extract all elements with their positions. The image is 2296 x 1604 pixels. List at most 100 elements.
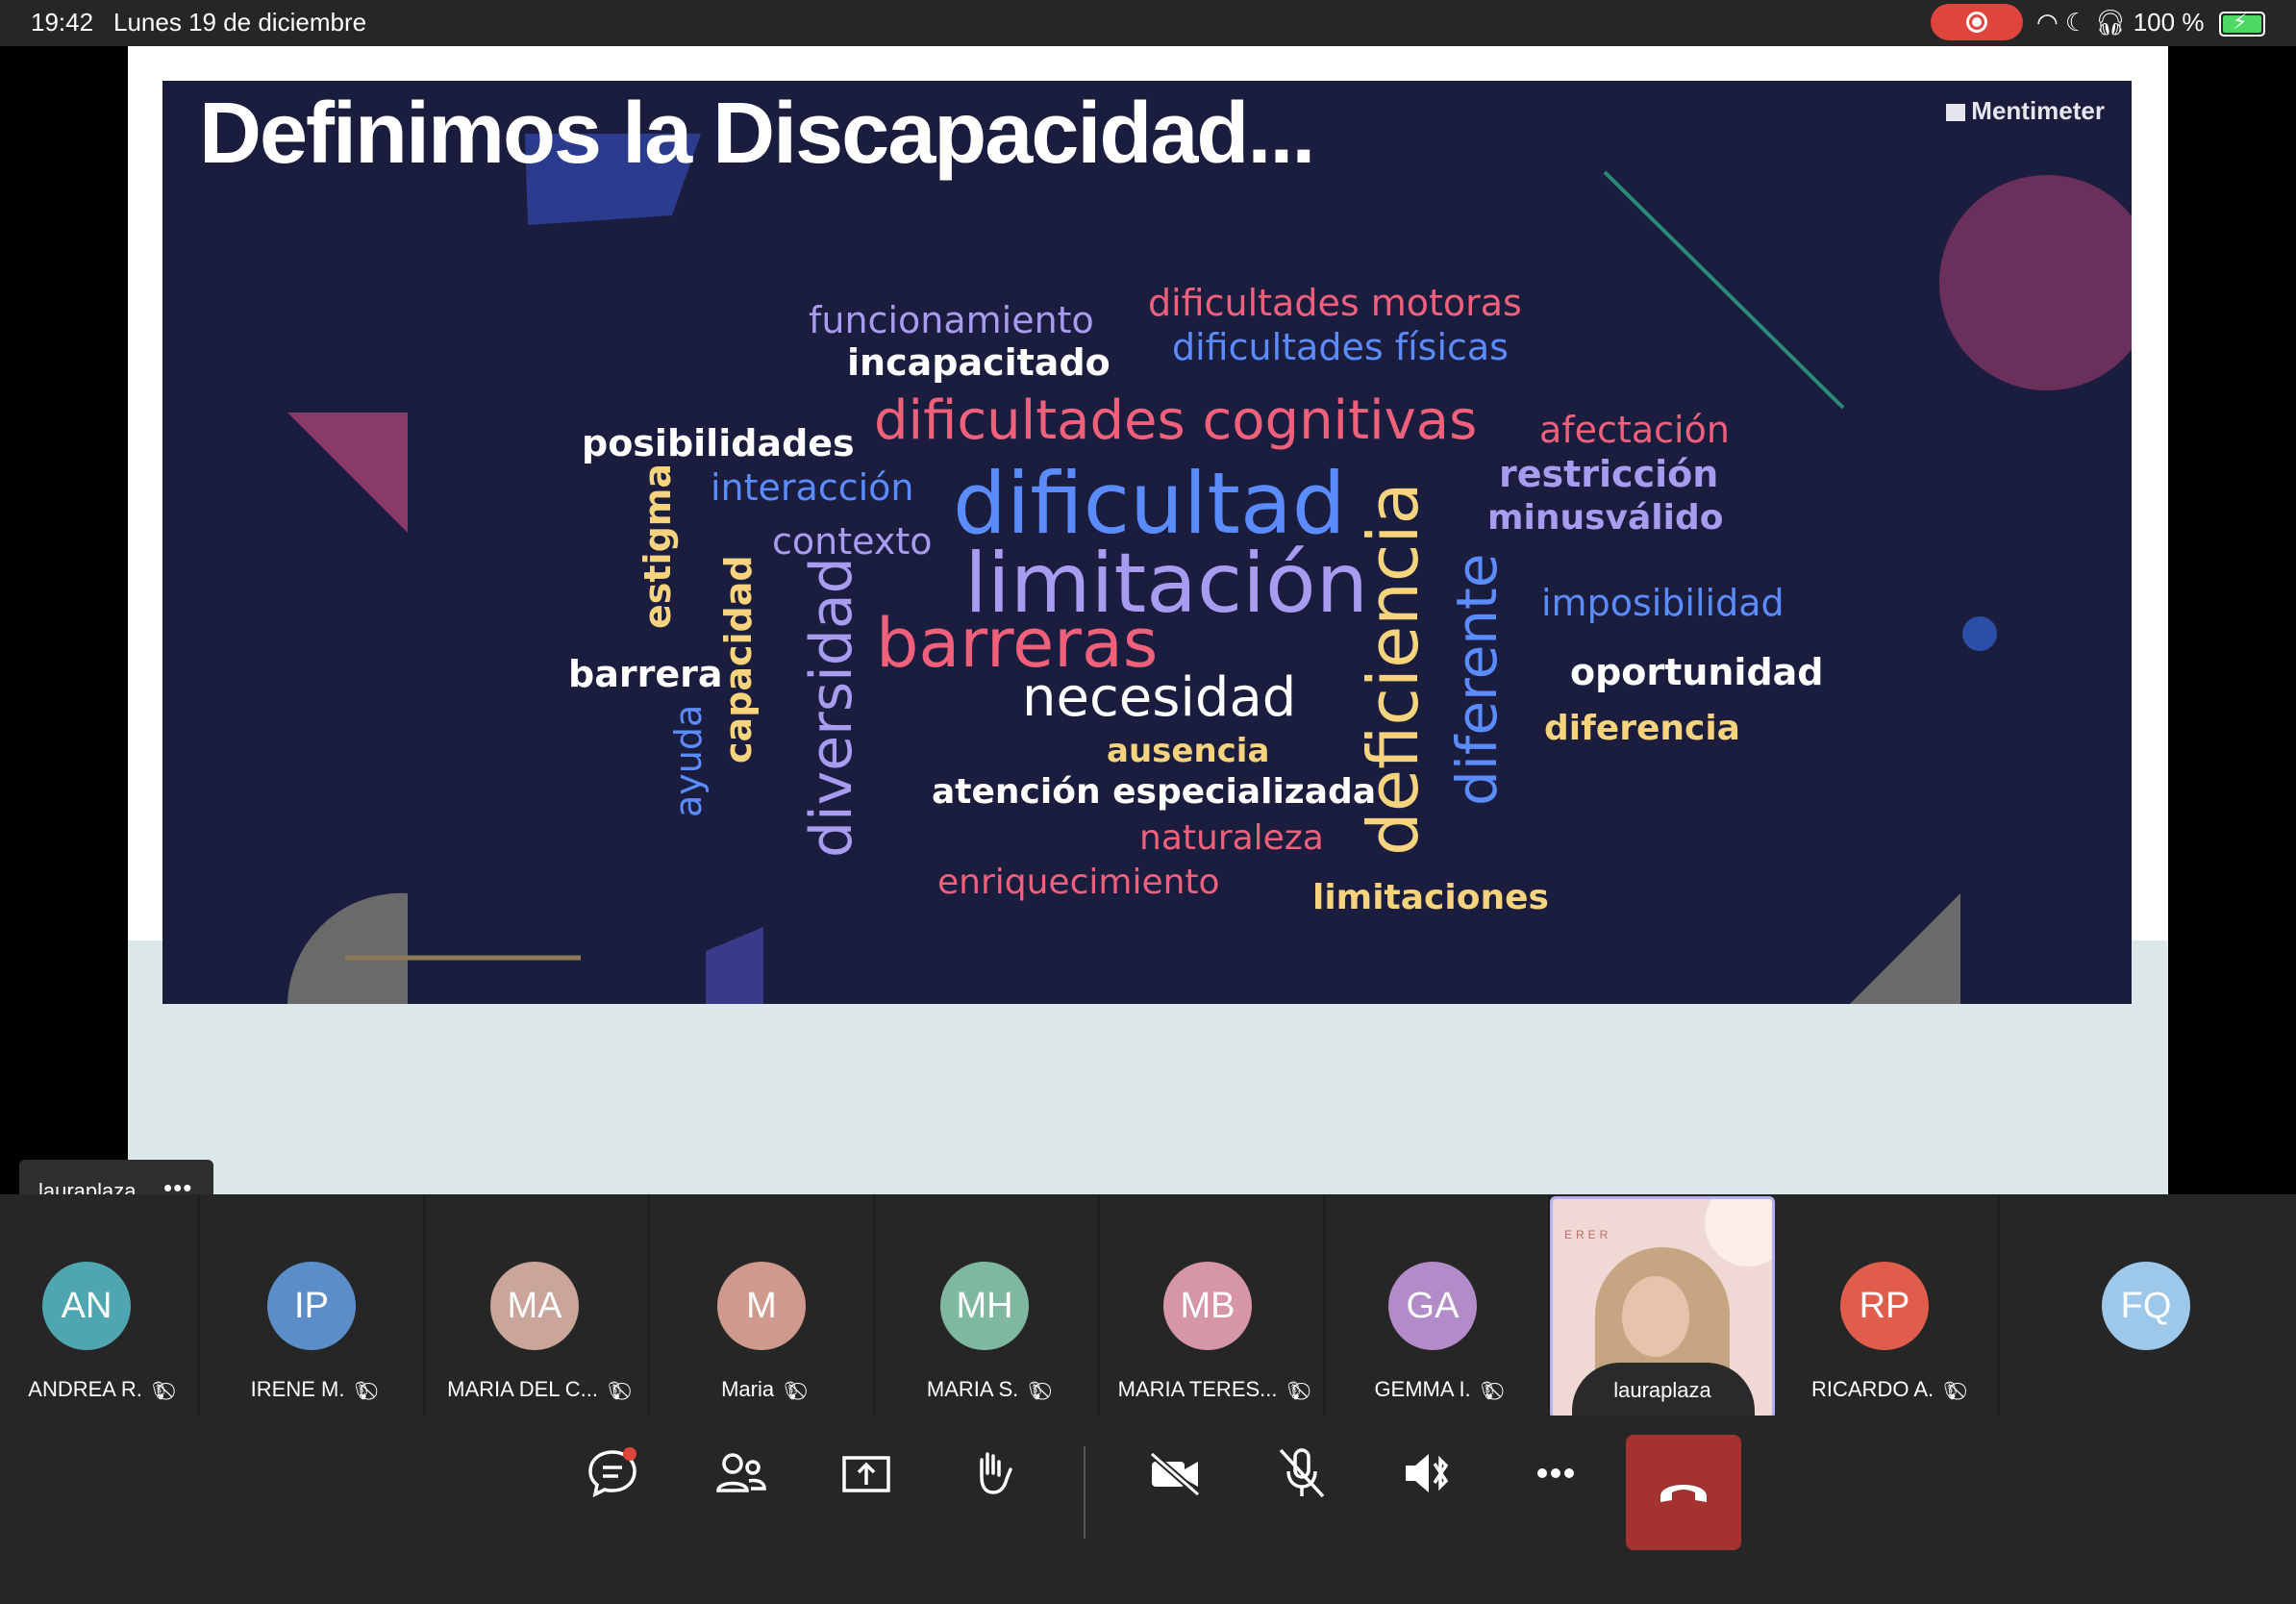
word-cloud-item: estigma bbox=[636, 463, 679, 629]
video-background-logo: ERER bbox=[1564, 1228, 1612, 1241]
word-cloud-item: ayuda bbox=[667, 704, 710, 817]
audio-output-button[interactable] bbox=[1390, 1435, 1467, 1512]
avatar: IP bbox=[267, 1262, 356, 1350]
word-cloud-item: minusválido bbox=[1487, 498, 1724, 538]
participant-tile[interactable]: M Maria 🎙︎⃠ bbox=[650, 1194, 875, 1416]
word-cloud-item: incapacitado bbox=[847, 341, 1111, 384]
avatar: MH bbox=[940, 1262, 1029, 1350]
share-screen-icon bbox=[842, 1456, 890, 1492]
word-cloud-item: interacción bbox=[711, 466, 914, 509]
mic-off-icon: 🎙︎⃠ bbox=[1024, 1381, 1047, 1400]
status-date: Lunes 19 de diciembre bbox=[113, 8, 367, 37]
status-icons: ◠ ☾ 🎧︎ 100 % bbox=[2036, 8, 2204, 38]
mic-off-icon: 🎙︎⃠ bbox=[1939, 1381, 1961, 1400]
participant-tile[interactable]: GA GEMMA I. 🎙︎⃠ bbox=[1325, 1194, 1550, 1416]
avatar: AN bbox=[42, 1262, 131, 1350]
word-cloud-item: diferente bbox=[1444, 553, 1510, 806]
word-cloud-item: restricción bbox=[1499, 453, 1719, 495]
participant-name: Maria 🎙︎⃠ bbox=[721, 1377, 802, 1401]
mic-off-icon: 🎙︎⃠ bbox=[604, 1381, 626, 1400]
mic-off-icon: 🎙︎⃠ bbox=[350, 1381, 373, 1400]
mic-off-icon: 🎙︎⃠ bbox=[1283, 1381, 1306, 1400]
wifi-icon: ◠ bbox=[2036, 8, 2059, 37]
chat-icon bbox=[588, 1447, 636, 1498]
participant-name: GEMMA I. 🎙︎⃠ bbox=[1374, 1377, 1499, 1401]
participant-tile[interactable]: AN ANDREA R. 🎙︎⃠ bbox=[0, 1194, 200, 1416]
headphones-icon: 🎧︎ bbox=[2094, 8, 2127, 37]
active-speaker-video[interactable]: ERER lauraplaza bbox=[1550, 1196, 1775, 1419]
word-cloud-item: limitaciones bbox=[1312, 878, 1549, 917]
word-cloud-item: diversidad bbox=[798, 557, 865, 858]
call-toolbar bbox=[0, 1416, 2296, 1604]
battery-icon: ⚡︎ bbox=[2219, 10, 2265, 37]
word-cloud-item: oportunidad bbox=[1570, 651, 1824, 693]
toolbar-divider bbox=[1084, 1446, 1086, 1539]
microphone-toggle-button[interactable] bbox=[1263, 1435, 1340, 1512]
avatar: MA bbox=[490, 1262, 579, 1350]
word-cloud-item: atención especializada bbox=[932, 772, 1377, 812]
participant-name: RICARDO A. 🎙︎⃠ bbox=[1811, 1377, 1961, 1401]
word-cloud-item: imposibilidad bbox=[1541, 582, 1784, 624]
participant-name: IRENE M. 🎙︎⃠ bbox=[250, 1377, 373, 1401]
avatar: GA bbox=[1388, 1262, 1477, 1350]
participant-tile[interactable]: IP IRENE M. 🎙︎⃠ bbox=[200, 1194, 425, 1416]
word-cloud-item: dificultad bbox=[953, 454, 1346, 553]
word-cloud-item: enriquecimiento bbox=[937, 863, 1220, 902]
presentation-slide: Definimos la Discapacidad... Mentimeter … bbox=[162, 81, 2132, 1004]
word-cloud-item: dificultades motoras bbox=[1148, 282, 1522, 324]
participant-name: MARIA S. 🎙︎⃠ bbox=[926, 1377, 1047, 1401]
participant-tile[interactable]: RP RICARDO A. 🎙︎⃠ bbox=[1775, 1194, 2000, 1416]
participant-name: ANDREA R. 🎙︎⃠ bbox=[28, 1377, 170, 1401]
raise-hand-icon bbox=[980, 1452, 1012, 1494]
word-cloud-item: dificultades cognitivas bbox=[874, 389, 1478, 452]
mentimeter-icon bbox=[1946, 104, 1966, 121]
shared-screen: Definimos la Discapacidad... Mentimeter … bbox=[128, 46, 2168, 1194]
word-cloud-item: barrera bbox=[568, 653, 723, 695]
mic-off-icon: 🎙︎⃠ bbox=[147, 1381, 170, 1400]
status-bar: 19:42 Lunes 19 de diciembre ◠ ☾ 🎧︎ 100 %… bbox=[0, 0, 2296, 46]
avatar: FQ bbox=[2102, 1262, 2190, 1350]
participant-name: lauraplaza bbox=[1613, 1378, 1711, 1402]
word-cloud-item: ausencia bbox=[1107, 732, 1270, 770]
participant-tile[interactable]: FQ bbox=[2000, 1194, 2296, 1416]
word-cloud-item: posibilidades bbox=[582, 422, 855, 464]
mic-off-icon: 🎙︎⃠ bbox=[780, 1381, 802, 1400]
participant-name: MARIA TERES... 🎙︎⃠ bbox=[1117, 1377, 1306, 1401]
mic-off-icon bbox=[1279, 1448, 1325, 1498]
status-time: 19:42 bbox=[31, 8, 94, 37]
camera-toggle-button[interactable] bbox=[1136, 1435, 1213, 1512]
word-cloud-item: capacidad bbox=[717, 555, 760, 764]
word-cloud-item: diferencia bbox=[1544, 709, 1740, 748]
chat-button[interactable] bbox=[574, 1435, 651, 1512]
end-call-button[interactable] bbox=[1626, 1435, 1741, 1550]
avatar: M bbox=[717, 1262, 806, 1350]
slide-title: Definimos la Discapacidad... bbox=[199, 86, 1315, 182]
raise-hand-button[interactable] bbox=[955, 1435, 1032, 1512]
word-cloud-item: dificultades físicas bbox=[1172, 326, 1509, 368]
word-cloud-item: funcionamiento bbox=[809, 299, 1094, 341]
camera-off-icon bbox=[1149, 1451, 1201, 1497]
mic-off-icon: 🎙︎⃠ bbox=[1476, 1381, 1499, 1400]
mentimeter-logo: Mentimeter bbox=[1946, 96, 2105, 126]
avatar: MB bbox=[1163, 1262, 1252, 1350]
moon-icon: ☾ bbox=[2064, 8, 2088, 37]
share-screen-button[interactable] bbox=[828, 1435, 905, 1512]
participant-tile[interactable]: MA MARIA DEL C... 🎙︎⃠ bbox=[425, 1194, 650, 1416]
participant-tile[interactable]: MH MARIA S. 🎙︎⃠ bbox=[875, 1194, 1100, 1416]
people-icon bbox=[716, 1453, 766, 1492]
recording-indicator[interactable] bbox=[1931, 4, 2023, 40]
shared-screen-area: Definimos la Discapacidad... Mentimeter … bbox=[0, 46, 2296, 1221]
participant-tile[interactable]: MB MARIA TERES... 🎙︎⃠ bbox=[1100, 1194, 1325, 1416]
word-cloud-item: contexto bbox=[772, 520, 933, 563]
more-icon bbox=[1537, 1468, 1574, 1478]
avatar: RP bbox=[1840, 1262, 1929, 1350]
participants-row: AN ANDREA R. 🎙︎⃠ IP IRENE M. 🎙︎⃠ MA MARIA … bbox=[0, 1194, 2296, 1419]
speaker-bluetooth-icon bbox=[1406, 1454, 1449, 1492]
battery-percentage: 100 % bbox=[2133, 8, 2205, 37]
participants-button[interactable] bbox=[701, 1435, 778, 1512]
word-cloud-item: necesidad bbox=[1022, 666, 1297, 729]
word-cloud-item: afectación bbox=[1539, 409, 1730, 451]
word-cloud-item: naturaleza bbox=[1139, 818, 1324, 858]
more-options-button[interactable] bbox=[1517, 1435, 1594, 1512]
participant-name: MARIA DEL C... 🎙︎⃠ bbox=[447, 1377, 626, 1401]
